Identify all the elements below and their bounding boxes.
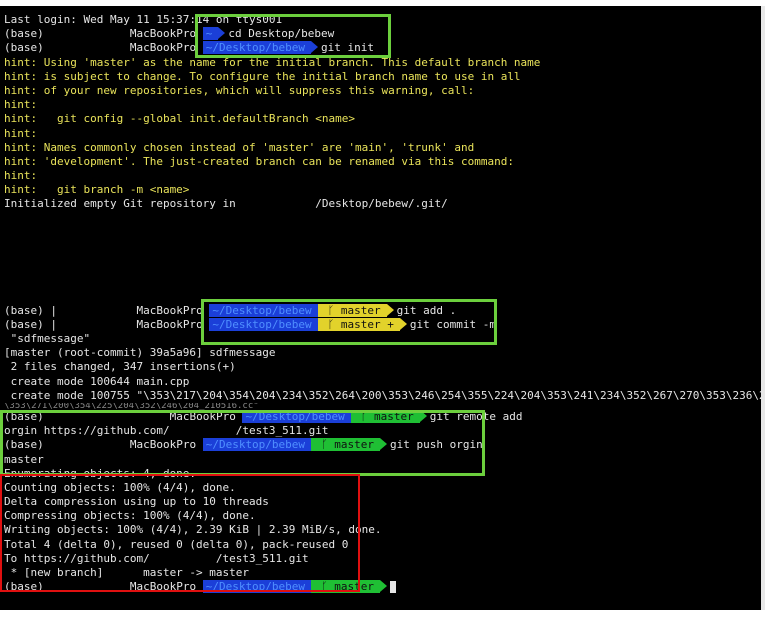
commit-output-line: [master (root-commit) 39a5a96] sdfmessag… <box>4 346 276 360</box>
conda-env: (base) <box>4 317 44 331</box>
conda-env: (base) <box>4 27 44 41</box>
output-box-push <box>0 474 360 592</box>
highlight-box-commit <box>201 299 497 345</box>
init-result-prefix: Initialized empty Git repository in <box>4 197 243 211</box>
conda-env: (base) <box>4 41 44 55</box>
highlight-box-push <box>0 410 485 476</box>
hint-line: hint: is subject to change. To configure… <box>4 69 521 83</box>
hostname: MacBookPro <box>129 27 197 41</box>
hint-line: hint: <box>4 169 38 183</box>
terminal-window[interactable]: Last login: Wed May 11 15:37:14 on ttys0… <box>0 6 761 610</box>
init-result-path: /Desktop/bebew/.git/ <box>315 197 448 211</box>
hostname: MacBookPro <box>136 317 203 331</box>
redacted-path <box>242 197 315 210</box>
commit-output-line: create mode 100755 "\353\217\204\354\204… <box>4 388 761 402</box>
init-result-line: Initialized empty Git repository in /Des… <box>4 197 761 211</box>
hint-line: hint: <box>4 126 38 140</box>
text-cursor[interactable] <box>390 581 397 594</box>
window-bottom-edge <box>0 610 765 622</box>
commit-output-line: 2 files changed, 347 insertions(+) <box>4 360 236 374</box>
blank-space <box>4 212 761 304</box>
hint-line: hint: git config --global init.defaultBr… <box>4 112 355 126</box>
hostname: MacBookPro <box>136 303 203 317</box>
commit-output-line: create mode 100644 main.cpp <box>4 374 190 388</box>
hint-line: hint: 'development'. The just-created br… <box>4 154 514 168</box>
scrollbar[interactable] <box>761 6 765 610</box>
hint-line: hint: git branch -m <name> <box>4 183 190 197</box>
conda-env: (base) <box>4 303 44 317</box>
highlight-box-init <box>195 14 391 58</box>
hint-line: hint: Names commonly chosen instead of '… <box>4 140 475 154</box>
commit-output-line: \353\271\200\354\225\204\352\246\204_210… <box>4 402 259 410</box>
hint-line: hint: of your new repositories, which wi… <box>4 83 475 97</box>
hostname: MacBookPro <box>129 41 197 55</box>
hint-line: hint: <box>4 98 38 112</box>
